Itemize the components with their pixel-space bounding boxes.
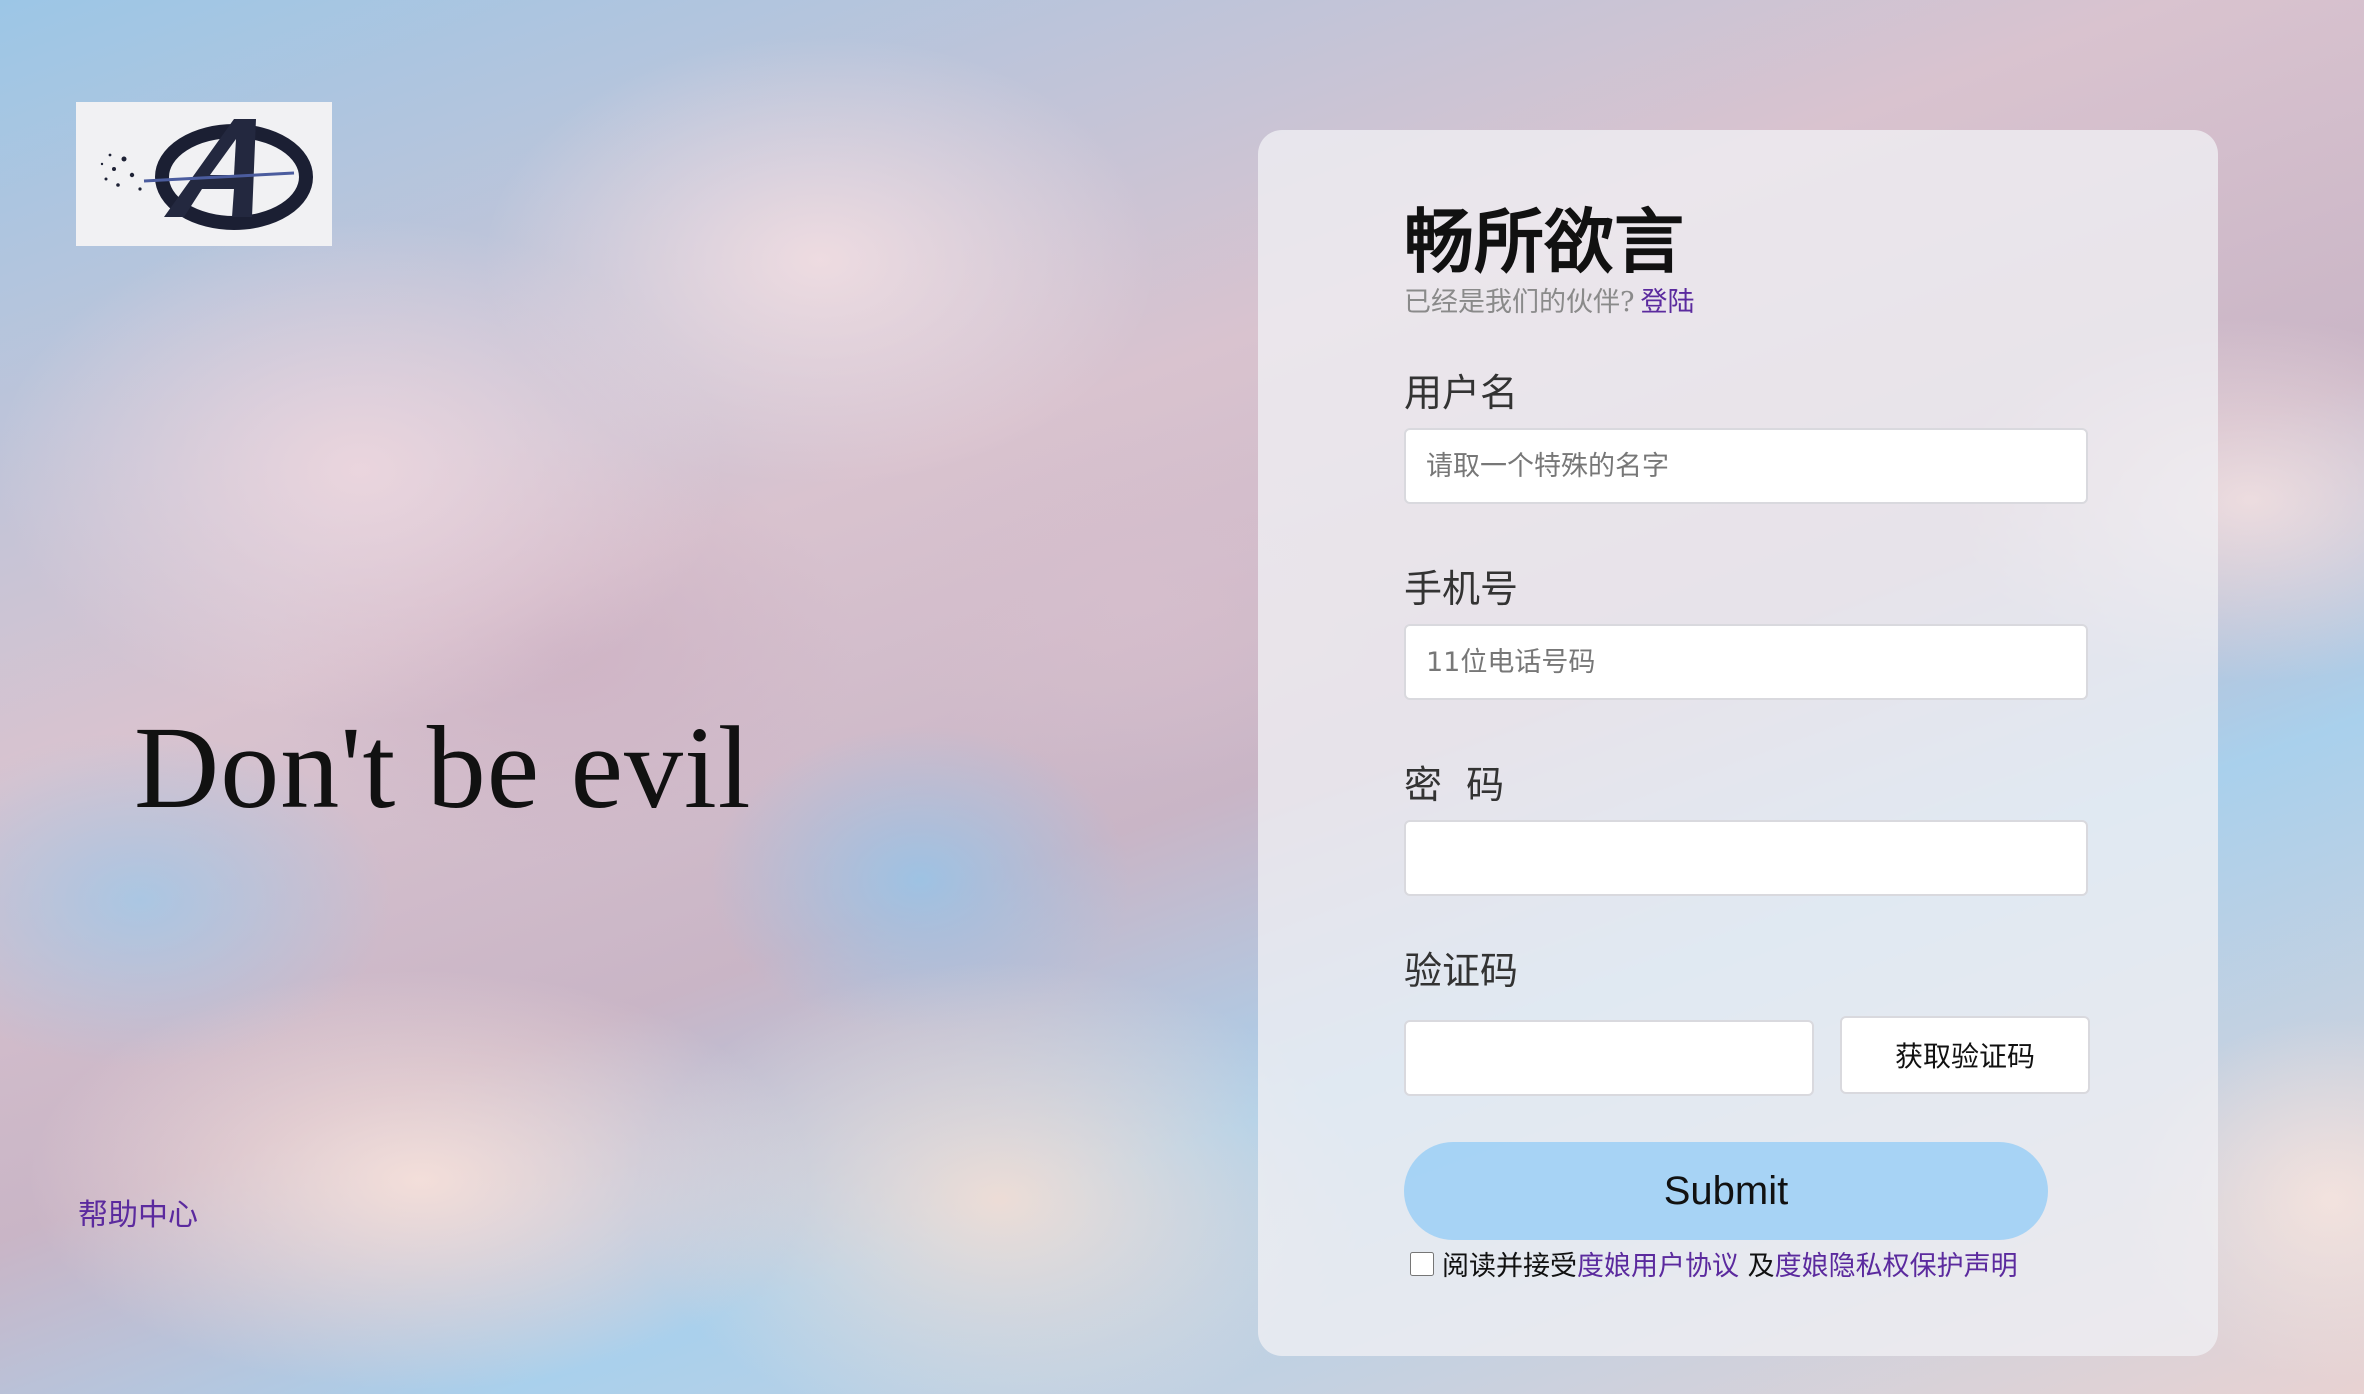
form-title: 畅所欲言 <box>1404 200 1684 283</box>
subtitle-text: 已经是我们的伙伴? <box>1404 287 1635 318</box>
phone-input[interactable] <box>1404 624 2088 700</box>
avengers-logo-icon <box>100 119 313 230</box>
password-label: 密 码 <box>1404 763 1505 807</box>
username-label: 用户名 <box>1404 371 1519 415</box>
submit-button[interactable]: Submit <box>1404 1142 2048 1240</box>
login-link[interactable]: 登陆 <box>1640 287 1694 318</box>
user-agreement-link[interactable]: 度娘用户协议 <box>1577 1244 1739 1283</box>
verification-code-input[interactable] <box>1404 1020 1814 1096</box>
logo <box>76 102 332 246</box>
password-input[interactable] <box>1404 820 2088 896</box>
register-panel: 畅所欲言 已经是我们的伙伴?登陆 用户名 手机号 密 码 验证码 获取验证码 S… <box>1258 130 2218 1356</box>
form-subtitle: 已经是我们的伙伴? 登陆 <box>1404 280 1694 319</box>
code-label: 验证码 <box>1404 949 1519 993</box>
slogan: Don't be evil <box>134 702 752 833</box>
phone-label: 手机号 <box>1404 567 1519 611</box>
get-code-button[interactable]: 获取验证码 <box>1840 1016 2090 1094</box>
agreement-row: 阅读并接受 度娘用户协议 及度娘隐私权保护声明 <box>1410 1244 2018 1283</box>
privacy-policy-link[interactable]: 度娘隐私权保护声明 <box>1775 1244 2018 1283</box>
agree-middle-text: 及 <box>1739 1251 1775 1282</box>
username-input[interactable] <box>1404 428 2088 504</box>
agree-text: 阅读并接受 <box>1442 1251 1577 1282</box>
help-center-link[interactable]: 帮助中心 <box>78 1190 198 1234</box>
agree-checkbox[interactable] <box>1410 1251 1434 1276</box>
